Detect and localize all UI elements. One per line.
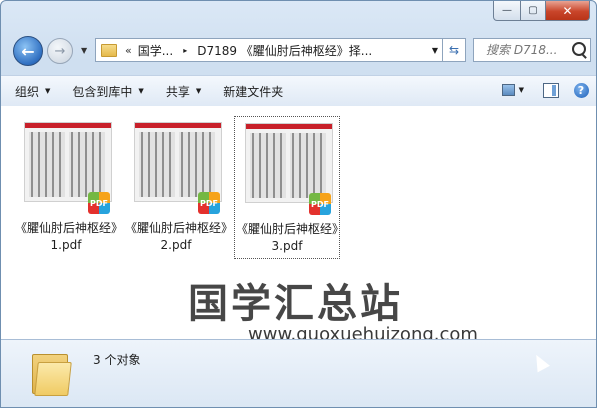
recent-pages-dropdown[interactable]: ▼ bbox=[81, 46, 87, 55]
preview-pane-button[interactable] bbox=[540, 81, 562, 99]
watermark-text: 国学汇总站 bbox=[188, 281, 403, 327]
file-name: 《臞仙肘后神枢经》1.pdf bbox=[14, 221, 117, 252]
forward-arrow-icon: → bbox=[54, 43, 66, 59]
share-menu[interactable]: 共享 ▼ bbox=[166, 83, 201, 100]
preview-pane-icon bbox=[543, 82, 559, 98]
navigation-bar: ← → ▼ « 国学... ▸ D7189 《臞仙肘后神枢经》择... ▼ ⇆ bbox=[1, 33, 596, 69]
file-item[interactable]: PDF 《臞仙肘后神枢经》1.pdf bbox=[14, 116, 118, 257]
chevron-down-icon: ▼ bbox=[195, 87, 202, 95]
back-arrow-icon: ← bbox=[21, 41, 35, 61]
file-list[interactable]: PDF 《臞仙肘后神枢经》1.pdf PDF 《臞仙肘后神枢经》2.pdf PD… bbox=[1, 106, 596, 345]
chevron-down-icon: ▼ bbox=[45, 87, 51, 95]
maximize-button[interactable]: ▢ bbox=[521, 1, 546, 21]
caption-buttons: — ▢ ✕ bbox=[493, 1, 590, 21]
pdf-icon: PDF bbox=[198, 192, 220, 214]
organize-label: 组织 bbox=[15, 84, 40, 99]
new-folder-button[interactable]: 新建文件夹 bbox=[223, 83, 283, 100]
pdf-thumbnail bbox=[245, 123, 333, 203]
include-in-library-menu[interactable]: 包含到库中 ▼ bbox=[72, 83, 143, 100]
refresh-button[interactable]: ⇆ bbox=[443, 38, 466, 62]
toolbar-right: ▼ ? bbox=[494, 81, 592, 99]
help-button[interactable]: ? bbox=[570, 81, 592, 99]
search-input[interactable] bbox=[484, 42, 576, 58]
change-view-button[interactable]: ▼ bbox=[502, 81, 524, 99]
command-bar: 组织 ▼ 包含到库中 ▼ 共享 ▼ 新建文件夹 ▼ ? bbox=[1, 75, 596, 107]
share-label: 共享 bbox=[165, 84, 190, 99]
file-item-selected[interactable]: PDF 《臞仙肘后神枢经》3.pdf bbox=[234, 116, 340, 259]
breadcrumb-arrow-icon[interactable]: ▸ bbox=[183, 46, 187, 55]
forward-button[interactable]: → bbox=[47, 38, 73, 64]
close-button[interactable]: ✕ bbox=[546, 1, 590, 21]
view-icon bbox=[502, 84, 515, 96]
file-name: 《臞仙肘后神枢经》2.pdf bbox=[124, 221, 227, 252]
pdf-thumbnail bbox=[134, 122, 222, 202]
pdf-icon: PDF bbox=[88, 192, 110, 214]
include-library-label: 包含到库中 bbox=[72, 84, 133, 99]
refresh-icon: ⇆ bbox=[448, 43, 460, 57]
details-pane: 3 个对象 bbox=[1, 339, 596, 407]
organize-menu[interactable]: 组织 ▼ bbox=[15, 83, 50, 100]
breadcrumb-item[interactable]: 国学... bbox=[138, 42, 173, 59]
minimize-button[interactable]: — bbox=[493, 1, 521, 21]
new-folder-label: 新建文件夹 bbox=[223, 84, 284, 99]
address-bar[interactable]: « 国学... ▸ D7189 《臞仙肘后神枢经》择... ▼ bbox=[95, 38, 443, 62]
folder-icon bbox=[101, 43, 117, 57]
chevron-down-icon: ▼ bbox=[138, 87, 144, 95]
address-history-dropdown[interactable]: ▼ bbox=[432, 46, 438, 55]
search-box[interactable] bbox=[473, 38, 591, 62]
back-button[interactable]: ← bbox=[13, 36, 43, 66]
explorer-window: — ▢ ✕ ← → ▼ « 国学... ▸ D7189 《臞仙肘后神枢经》择..… bbox=[0, 0, 597, 408]
folder-icon bbox=[32, 350, 72, 396]
item-count: 3 个对象 bbox=[93, 353, 141, 367]
chevron-down-icon: ▼ bbox=[518, 86, 524, 94]
address-overflow-chevron[interactable]: « bbox=[125, 44, 132, 57]
pdf-thumbnail bbox=[24, 122, 112, 202]
pdf-icon: PDF bbox=[309, 193, 331, 215]
mouse-cursor-icon bbox=[530, 351, 550, 373]
file-item[interactable]: PDF 《臞仙肘后神枢经》2.pdf bbox=[124, 116, 228, 257]
help-icon: ? bbox=[573, 82, 589, 98]
search-icon[interactable] bbox=[572, 42, 586, 56]
breadcrumb-item-current[interactable]: D7189 《臞仙肘后神枢经》择... bbox=[197, 42, 372, 59]
file-name: 《臞仙肘后神枢经》3.pdf bbox=[235, 222, 338, 253]
